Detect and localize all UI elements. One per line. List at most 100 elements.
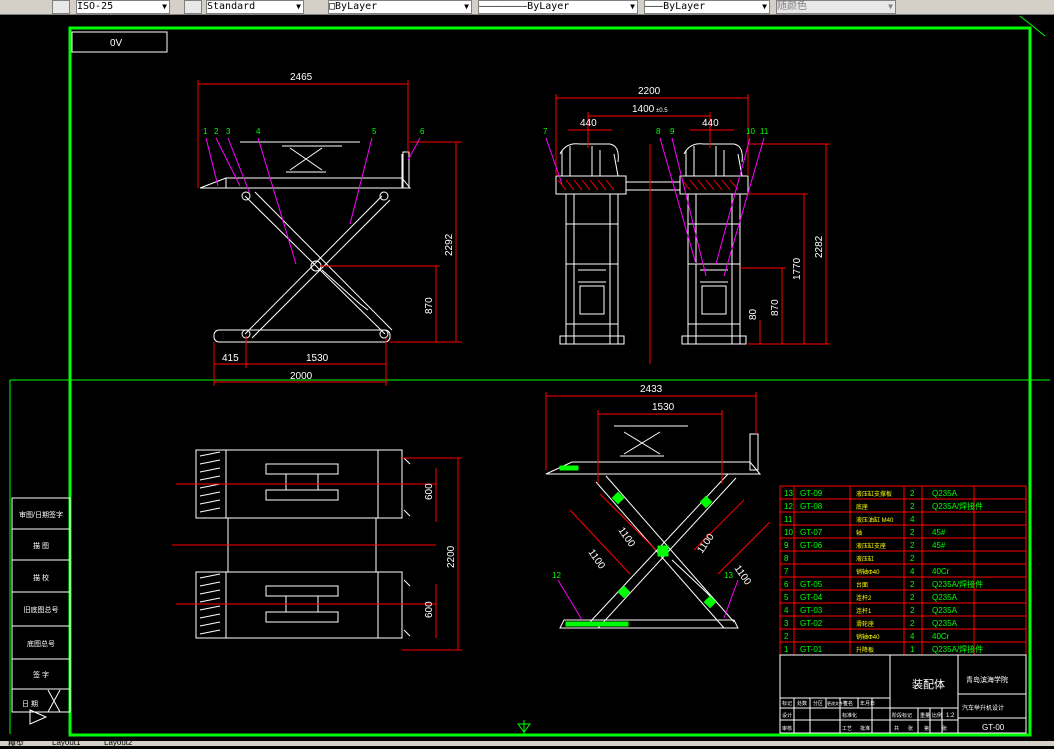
side-table-row: 描 校 bbox=[33, 573, 49, 582]
title-h2-1: 标准化 bbox=[842, 712, 857, 719]
dimstyle-icon[interactable] bbox=[52, 0, 70, 14]
plan-slot-link bbox=[285, 473, 319, 491]
title-h1-1: 处数 bbox=[797, 700, 807, 707]
bom-cell-qty: 2 bbox=[910, 489, 915, 498]
detail-stop bbox=[749, 433, 759, 471]
bom-cell-code: GT-08 bbox=[800, 502, 823, 511]
bom-cell-qty: 2 bbox=[910, 528, 915, 537]
bom-cell-mat: 40Cr bbox=[932, 567, 950, 576]
leader bbox=[659, 137, 697, 265]
side-rail-left bbox=[559, 143, 619, 163]
title-assembly: 装配体 bbox=[912, 677, 945, 691]
linetype-value: ByLayer bbox=[527, 1, 570, 12]
bom-cell-code: GT-09 bbox=[800, 489, 823, 498]
callout: 4 bbox=[256, 127, 261, 136]
leader bbox=[407, 137, 421, 161]
layout-tabs: 模型 Layout1 Layout2 bbox=[0, 738, 1054, 749]
hatch bbox=[557, 179, 615, 191]
textstyle-value: Standard bbox=[207, 1, 256, 12]
front-dims bbox=[197, 80, 462, 386]
linetype-select[interactable]: ————————ByLayer ▼ bbox=[478, 0, 638, 14]
bom-cell-no: 13 bbox=[784, 489, 793, 498]
side-frame-left-detail bbox=[566, 194, 618, 344]
side-rail-right bbox=[683, 143, 743, 163]
title-h3-1: 重量 bbox=[920, 712, 930, 719]
title-h6-1: 张 bbox=[908, 725, 913, 732]
linetype-sample: ———————— bbox=[479, 1, 528, 12]
title-h5-0: 工艺 bbox=[842, 726, 852, 732]
bom-cell-name: 液压缸支座 bbox=[856, 542, 886, 550]
bom-cell-code: GT-03 bbox=[800, 606, 823, 615]
bom-cell-name: 销轴Φ40 bbox=[856, 568, 880, 576]
dim-side-overall: 2200 bbox=[638, 86, 661, 97]
color-select[interactable]: □ByLayer ▼ bbox=[328, 0, 472, 14]
bom-cell-qty: 2 bbox=[910, 580, 915, 589]
detail-hatch bbox=[559, 465, 717, 627]
dimstyle-select[interactable]: ISO-25 ▼ bbox=[76, 0, 170, 14]
title-h4-0: 审核 bbox=[782, 725, 792, 732]
bom-cell-qty: 4 bbox=[910, 567, 915, 576]
bom-cell-name: 液压油缸 M40 bbox=[856, 516, 894, 524]
bom-cell-mat: 40Cr bbox=[932, 632, 950, 641]
bom-cell-no: 3 bbox=[784, 619, 789, 628]
title-code: GT-00 bbox=[982, 723, 1005, 732]
hatch bbox=[681, 179, 739, 191]
side-dim-text: 2200 1400 ±0.5 440 440 2282 1770 870 80 bbox=[580, 86, 825, 320]
tab-model[interactable]: 模型 bbox=[8, 738, 24, 749]
plan-slot bbox=[265, 463, 339, 475]
chevron-down-icon: ▼ bbox=[296, 2, 301, 11]
front-pin bbox=[241, 191, 251, 201]
bom-frame bbox=[779, 485, 1027, 656]
callout: 7 bbox=[543, 127, 548, 136]
side-posts-right bbox=[685, 146, 743, 177]
front-pin bbox=[379, 329, 389, 339]
drawing-canvas[interactable]: 0V 审图/日期签字 描 图 描 校 旧底图总号 底图总号 签 字 日 期 24… bbox=[0, 14, 1054, 741]
front-leaders bbox=[205, 137, 421, 265]
title-h3-2: 比例 bbox=[932, 712, 942, 719]
bom-table bbox=[779, 485, 1027, 656]
bom-cell-no: 10 bbox=[784, 528, 793, 537]
side-table-row: 底图总号 bbox=[27, 639, 55, 648]
dim-detail-a4: 1100 bbox=[732, 563, 754, 587]
title-h5-1: 批准 bbox=[860, 725, 870, 732]
detail-cylinder bbox=[671, 559, 717, 603]
textstyle-icon[interactable] bbox=[184, 0, 202, 14]
dimstyle-value: ISO-25 bbox=[77, 1, 114, 12]
dim-front-b1: 415 bbox=[222, 353, 239, 364]
bom-cell-code: GT-02 bbox=[800, 619, 823, 628]
bom-cell-name: 液压缸支撑板 bbox=[856, 490, 892, 498]
plotstyle-select: 随颜色 ▼ bbox=[776, 0, 896, 14]
side-table-row: 描 图 bbox=[33, 541, 49, 550]
bom-cell-code: GT-04 bbox=[800, 593, 823, 602]
side-bridge bbox=[625, 181, 681, 191]
bom-cell-mat: Q235A/焊接件 bbox=[932, 579, 983, 589]
bom-cell-qty: 2 bbox=[910, 593, 915, 602]
drawing-frame: 0V bbox=[9, 15, 1050, 737]
front-dim-text: 2465 2292 870 415 1530 2000 bbox=[222, 72, 455, 382]
lineweight-value: ByLayer bbox=[663, 1, 706, 12]
drawing-svg[interactable]: 0V 审图/日期签字 描 图 描 校 旧底图总号 底图总号 签 字 日 期 24… bbox=[0, 14, 1054, 741]
lineweight-select[interactable]: ———ByLayer ▼ bbox=[644, 0, 770, 14]
plan-pins bbox=[403, 457, 411, 637]
leader bbox=[723, 579, 739, 619]
textstyle-select[interactable]: Standard ▼ bbox=[206, 0, 304, 14]
dim-front-height: 2292 bbox=[444, 233, 455, 256]
frame-corner-mark bbox=[1019, 15, 1046, 37]
dim-detail-a1: 1100 bbox=[586, 547, 608, 571]
plan-deck-bottom bbox=[225, 571, 379, 639]
title-block-text: 装配体 青岛滨海学院 汽车举升机设计 GT-00 1:2 标记 处数 分区 更改… bbox=[782, 675, 1008, 732]
side-view bbox=[555, 143, 749, 345]
bom-cell-name: 液压缸 bbox=[856, 555, 874, 563]
callout: 2 bbox=[214, 127, 219, 136]
side-table-labels: 审图/日期签字 描 图 描 校 旧底图总号 底图总号 签 字 日 期 bbox=[19, 510, 63, 708]
bom-cell-mat: Q235A bbox=[932, 489, 958, 498]
hatch-fill bbox=[565, 621, 629, 627]
bom-cell-mat: 45# bbox=[932, 528, 946, 537]
callout: 3 bbox=[226, 127, 231, 136]
side-table-row: 日 期 bbox=[22, 700, 38, 708]
leader bbox=[205, 137, 219, 187]
bom-cell-no: 2 bbox=[784, 632, 789, 641]
callout: 12 bbox=[552, 571, 561, 580]
plan-centerlines bbox=[172, 457, 462, 651]
leader bbox=[557, 579, 583, 621]
